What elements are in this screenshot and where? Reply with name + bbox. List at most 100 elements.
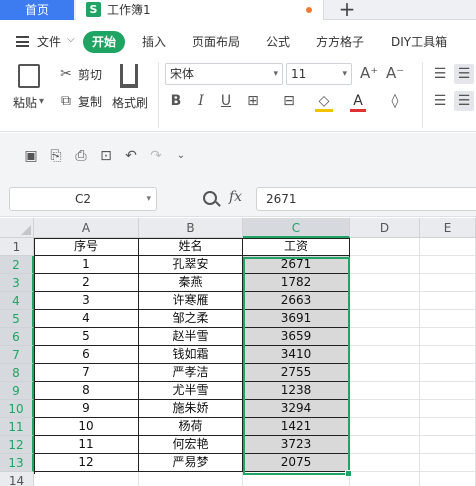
decrease-font-icon[interactable]: A⁻: [386, 65, 404, 81]
cell-e13[interactable]: [420, 454, 476, 472]
new-tab-button[interactable]: +: [336, 0, 358, 20]
underline-icon[interactable]: U: [218, 93, 234, 109]
cell-b8[interactable]: 严孝洁: [139, 364, 243, 382]
cell-b2[interactable]: 孔翠安: [139, 256, 243, 274]
cell-e3[interactable]: [420, 274, 476, 292]
menu-home[interactable]: 开始: [83, 31, 125, 53]
font-name-select[interactable]: 宋体 ▾: [165, 63, 283, 85]
row-header-8[interactable]: 8: [0, 364, 34, 382]
cell-a7[interactable]: 6: [34, 346, 139, 364]
cell-d1[interactable]: [350, 238, 420, 256]
cell-c1[interactable]: 工资: [243, 238, 350, 256]
cell-d2[interactable]: [350, 256, 420, 274]
insert-function-button[interactable]: fx: [229, 189, 242, 205]
menu-file[interactable]: 文件: [37, 34, 61, 50]
cell-b1[interactable]: 姓名: [139, 238, 243, 256]
redo-icon[interactable]: ↷: [148, 148, 164, 164]
font-size-select[interactable]: 11 ▾: [286, 63, 352, 85]
cell-d5[interactable]: [350, 310, 420, 328]
cell-b9[interactable]: 尤半雪: [139, 382, 243, 400]
column-header-e[interactable]: E: [420, 218, 476, 238]
cell-a9[interactable]: 8: [34, 382, 139, 400]
row-header-10[interactable]: 10: [0, 400, 34, 418]
row-header-9[interactable]: 9: [0, 382, 34, 400]
format-painter-button[interactable]: 格式刷: [112, 94, 148, 111]
cell-b7[interactable]: 钱如霜: [139, 346, 243, 364]
cell-c6[interactable]: 3659: [243, 328, 350, 346]
row-header-5[interactable]: 5: [0, 310, 34, 328]
cell-e12[interactable]: [420, 436, 476, 454]
cell-a10[interactable]: 9: [34, 400, 139, 418]
column-header-b[interactable]: B: [139, 218, 243, 238]
cell-a8[interactable]: 7: [34, 364, 139, 382]
cell-c9[interactable]: 1238: [243, 382, 350, 400]
cell-b13[interactable]: 严易梦: [139, 454, 243, 472]
cell-e1[interactable]: [420, 238, 476, 256]
cell-e2[interactable]: [420, 256, 476, 274]
menu-diy-toolbox[interactable]: DIY工具箱: [391, 34, 447, 50]
cell-d6[interactable]: [350, 328, 420, 346]
row-header-13[interactable]: 13: [0, 454, 34, 472]
menu-page-layout[interactable]: 页面布局: [192, 34, 240, 50]
chevron-down-icon[interactable]: ⌵: [67, 34, 75, 45]
paste-icon[interactable]: [18, 64, 40, 88]
cell-a3[interactable]: 2: [34, 274, 139, 292]
cell-e7[interactable]: [420, 346, 476, 364]
cell-d14[interactable]: [350, 472, 420, 486]
cell-b11[interactable]: 杨荷: [139, 418, 243, 436]
paste-dropdown-icon[interactable]: ▾: [39, 96, 44, 107]
paste-label[interactable]: 粘贴: [13, 94, 37, 111]
format-painter-icon[interactable]: [120, 64, 138, 88]
menu-formulas[interactable]: 公式: [266, 34, 290, 50]
cell-e6[interactable]: [420, 328, 476, 346]
align-left-icon[interactable]: ☰: [432, 93, 448, 109]
cell-e11[interactable]: [420, 418, 476, 436]
column-header-a[interactable]: A: [34, 218, 139, 238]
select-all-corner[interactable]: [0, 218, 34, 238]
save-icon[interactable]: ▣: [23, 148, 39, 164]
cell-c5[interactable]: 3691: [243, 310, 350, 328]
cell-b4[interactable]: 许寒雁: [139, 292, 243, 310]
cell-e14[interactable]: [420, 472, 476, 486]
undo-icon[interactable]: ↶: [123, 148, 139, 164]
zoom-search-icon[interactable]: [203, 191, 217, 205]
cell-e10[interactable]: [420, 400, 476, 418]
bold-icon[interactable]: B: [168, 93, 184, 109]
cell-b3[interactable]: 秦燕: [139, 274, 243, 292]
cell-e4[interactable]: [420, 292, 476, 310]
tab-home[interactable]: 首页: [0, 0, 74, 20]
row-header-14[interactable]: 14: [0, 472, 34, 486]
row-header-11[interactable]: 11: [0, 418, 34, 436]
cell-a14[interactable]: [34, 472, 139, 486]
cell-d10[interactable]: [350, 400, 420, 418]
cell-e5[interactable]: [420, 310, 476, 328]
cell-c3[interactable]: 1782: [243, 274, 350, 292]
customize-qat-icon[interactable]: ⌄: [173, 148, 189, 164]
eraser-icon[interactable]: ◊: [386, 93, 404, 109]
cell-e8[interactable]: [420, 364, 476, 382]
fill-color-icon[interactable]: ◇: [315, 93, 333, 112]
cell-a1[interactable]: 序号: [34, 238, 139, 256]
align-top-icon[interactable]: ☰: [432, 66, 448, 82]
cell-c4[interactable]: 2663: [243, 292, 350, 310]
row-header-3[interactable]: 3: [0, 274, 34, 292]
menu-fangfang[interactable]: 方方格子: [316, 34, 364, 50]
cell-c2[interactable]: 2671: [243, 256, 350, 274]
column-header-d[interactable]: D: [350, 218, 420, 238]
cell-a6[interactable]: 5: [34, 328, 139, 346]
cell-d12[interactable]: [350, 436, 420, 454]
row-header-6[interactable]: 6: [0, 328, 34, 346]
tab-workbook[interactable]: S 工作簿1: [76, 0, 324, 20]
cell-a11[interactable]: 10: [34, 418, 139, 436]
print-icon[interactable]: ⎙: [73, 148, 89, 164]
merge-icon[interactable]: ⊟: [280, 93, 298, 109]
cell-d11[interactable]: [350, 418, 420, 436]
cell-d4[interactable]: [350, 292, 420, 310]
menu-insert[interactable]: 插入: [142, 34, 166, 50]
name-box[interactable]: C2 ▾: [9, 187, 157, 211]
row-header-12[interactable]: 12: [0, 436, 34, 454]
cell-d3[interactable]: [350, 274, 420, 292]
cell-d13[interactable]: [350, 454, 420, 472]
cell-b14[interactable]: [139, 472, 243, 486]
row-header-4[interactable]: 4: [0, 292, 34, 310]
